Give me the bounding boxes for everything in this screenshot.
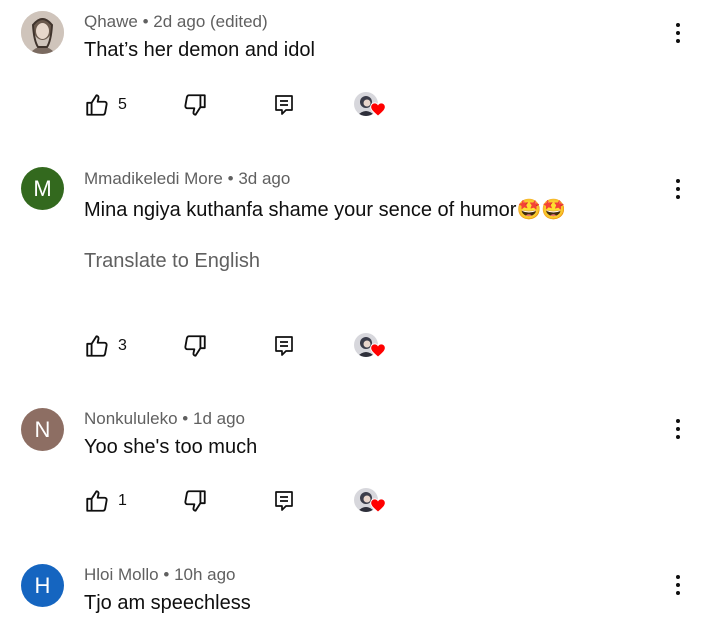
creator-heart: [352, 486, 388, 516]
comment-meta: Mmadikeledi More • 3d ago: [84, 169, 290, 189]
avatar-letter: H: [34, 572, 51, 598]
more-options-button[interactable]: [666, 414, 690, 444]
dislike-button[interactable]: [182, 486, 208, 516]
like-button[interactable]: 5: [84, 90, 127, 120]
like-button[interactable]: 1: [84, 486, 127, 516]
comment-time: 3d ago: [238, 169, 291, 188]
reply-icon: [272, 334, 296, 358]
reply-button[interactable]: [272, 486, 296, 516]
avatar-photo: [21, 11, 64, 54]
meta-separator: •: [182, 409, 189, 428]
meta-separator: •: [227, 169, 234, 188]
avatar[interactable]: N: [21, 408, 64, 451]
creator-heart-icon: [370, 343, 386, 363]
avatar-letter: M: [33, 175, 52, 201]
thumbs-down-icon: [182, 333, 208, 359]
creator-heart: [352, 90, 388, 120]
comment-author[interactable]: Qhawe: [84, 12, 138, 31]
more-vertical-icon: [676, 179, 680, 183]
more-vertical-icon: [676, 419, 680, 423]
comment-text-row: Mina ngiya kuthanfa shame your sence of …: [84, 197, 566, 222]
avatar[interactable]: M: [21, 167, 64, 210]
comment-text: Yoo she's too much: [84, 436, 258, 458]
reply-icon: [272, 93, 296, 117]
thumbs-up-icon: [84, 488, 110, 514]
comment-author[interactable]: Hloi Mollo: [84, 565, 159, 584]
translate-button[interactable]: Translate to English: [84, 250, 260, 273]
comment-actions: 5: [84, 90, 414, 120]
thumbs-down-icon: [182, 488, 208, 514]
more-options-button[interactable]: [666, 174, 690, 204]
more-vertical-icon: [676, 575, 680, 579]
like-count: 1: [118, 492, 127, 509]
comment-actions: 3: [84, 331, 414, 361]
comment-meta: Nonkululeko • 1d ago: [84, 409, 245, 429]
emoji: 🤩🤩: [516, 199, 567, 221]
dislike-button[interactable]: [182, 90, 208, 120]
thumbs-up-icon: [84, 92, 110, 118]
avatar[interactable]: [21, 11, 64, 54]
like-count: 3: [118, 337, 127, 354]
reply-icon: [272, 489, 296, 513]
avatar[interactable]: H: [21, 564, 64, 607]
comment-time: 2d ago (edited): [153, 12, 268, 31]
thumbs-down-icon: [182, 92, 208, 118]
comment-actions: 1: [84, 486, 414, 516]
reply-button[interactable]: [272, 90, 296, 120]
comment-text: Mina ngiya kuthanfa shame your sence of …: [84, 199, 517, 221]
comment-meta: Qhawe • 2d ago (edited): [84, 12, 268, 32]
comment-text: Tjo am speechless: [84, 592, 251, 614]
meta-separator: •: [163, 565, 170, 584]
comment-time: 10h ago: [174, 565, 236, 584]
comment-author[interactable]: Mmadikeledi More: [84, 169, 223, 188]
comment-author[interactable]: Nonkululeko: [84, 409, 178, 428]
dislike-button[interactable]: [182, 331, 208, 361]
creator-heart: [352, 331, 388, 361]
more-options-button[interactable]: [666, 570, 690, 600]
like-button[interactable]: 3: [84, 331, 127, 361]
reply-button[interactable]: [272, 331, 296, 361]
comment-text: That’s her demon and idol: [84, 39, 315, 61]
avatar-letter: N: [34, 416, 51, 442]
creator-heart-icon: [370, 498, 386, 518]
like-count: 5: [118, 96, 127, 113]
more-vertical-icon: [676, 23, 680, 27]
more-options-button[interactable]: [666, 18, 690, 48]
comment-meta: Hloi Mollo • 10h ago: [84, 565, 236, 585]
thumbs-up-icon: [84, 333, 110, 359]
comment-time: 1d ago: [192, 409, 245, 428]
meta-separator: •: [142, 12, 149, 31]
creator-heart-icon: [370, 102, 386, 122]
